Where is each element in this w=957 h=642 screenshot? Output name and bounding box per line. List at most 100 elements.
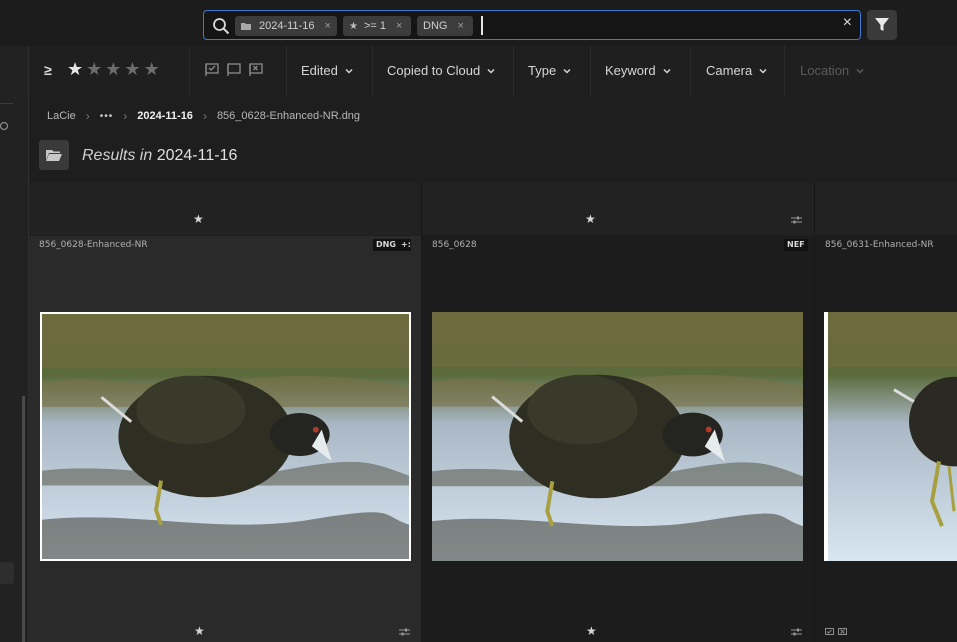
scrollbar[interactable]	[22, 396, 25, 642]
breadcrumb-ellipsis[interactable]: •••	[100, 111, 114, 122]
divider	[784, 46, 785, 96]
divider	[286, 46, 287, 96]
flag-rejected-icon[interactable]	[838, 628, 847, 637]
chevron-right-icon: ›	[202, 109, 207, 123]
grid-cell[interactable]: 856_0628-Enhanced-NR DNG +: ★	[29, 236, 422, 642]
star-icon[interactable]: ★	[144, 59, 163, 79]
copied-to-cloud-filter[interactable]: Copied to Cloud	[387, 63, 495, 78]
close-icon[interactable]: ×	[324, 20, 330, 32]
breadcrumb-folder[interactable]: 2024-11-16	[137, 110, 193, 122]
star-icon: ★	[586, 624, 597, 638]
adjustments-icon	[791, 628, 802, 636]
funnel-icon	[875, 18, 889, 31]
left-panel-rail	[0, 46, 29, 642]
adjustments-icon	[791, 216, 802, 224]
camera-filter-label: Camera	[706, 63, 753, 78]
edited-filter-label: Edited	[301, 63, 338, 78]
folder-button[interactable]	[39, 140, 69, 170]
camera-filter[interactable]: Camera	[706, 63, 767, 78]
chevron-down-icon	[856, 68, 864, 74]
results-heading: Results in 2024-11-16	[82, 147, 237, 165]
photo-filename: 856_0628	[432, 240, 477, 250]
flag-unflagged-icon[interactable]	[227, 63, 241, 77]
photo-filename: 856_0628-Enhanced-NR	[39, 240, 148, 250]
divider	[513, 46, 514, 96]
results-folder: 2024-11-16	[156, 147, 238, 164]
grid-cell-partial[interactable]: ★	[422, 183, 815, 235]
rating-operator[interactable]: ≥	[44, 62, 52, 78]
text-caret	[481, 16, 483, 35]
panel-toggle[interactable]	[0, 562, 14, 584]
results-prefix: Results in	[82, 147, 153, 164]
chevron-right-icon: ›	[85, 109, 90, 123]
keyword-filter[interactable]: Keyword	[605, 63, 671, 78]
flag-filter	[205, 63, 263, 77]
flag-indicators	[825, 628, 847, 637]
star-icon[interactable]: ★	[124, 59, 143, 79]
top-bar: 2024-11-16 × ★ >= 1 × DNG × ×	[0, 0, 957, 47]
star-icon: ★	[194, 624, 205, 638]
star-icon: ★	[585, 212, 596, 226]
close-icon[interactable]: ×	[396, 20, 402, 32]
edited-filter[interactable]: Edited	[301, 63, 353, 78]
breadcrumb-root[interactable]: LaCie	[47, 110, 76, 122]
search-chip-folder[interactable]: 2024-11-16 ×	[235, 16, 337, 36]
chip-label: >= 1	[363, 20, 386, 32]
coot-photo-image	[42, 314, 409, 559]
search-chip-type[interactable]: DNG ×	[417, 16, 473, 36]
breadcrumb: LaCie › ••• › 2024-11-16 › 856_0628-Enha…	[47, 109, 360, 123]
filter-toolbar: ≥ ★★★★★ Edited Copied to Cloud Type Keyw…	[29, 46, 957, 96]
rating-filter[interactable]: ★★★★★	[67, 59, 163, 80]
file-type-badge: DNG	[373, 239, 399, 251]
grid-cell-partial[interactable]	[815, 183, 957, 235]
photo-thumbnail[interactable]	[432, 312, 803, 561]
folder-icon	[241, 23, 251, 30]
edited-badge-icon: +:	[399, 239, 411, 251]
location-filter: Location	[800, 63, 864, 78]
coot-photo-image	[432, 312, 803, 561]
divider	[690, 46, 691, 96]
adjustments-icon	[399, 628, 410, 636]
chip-label: DNG	[423, 20, 448, 32]
divider	[189, 46, 190, 96]
divider	[590, 46, 591, 96]
grid-cell-partial[interactable]: ★	[29, 183, 422, 235]
chevron-down-icon	[759, 68, 767, 74]
type-filter-label: Type	[528, 63, 557, 78]
clear-search-icon[interactable]: ×	[843, 14, 852, 32]
photo-filename: 856_0631-Enhanced-NR	[825, 240, 934, 250]
chevron-right-icon: ›	[123, 109, 128, 123]
filter-button[interactable]	[867, 10, 897, 40]
flag-rejected-icon[interactable]	[249, 63, 263, 77]
star-icon[interactable]: ★	[105, 59, 124, 79]
coot-photo-image	[824, 312, 957, 561]
star-icon[interactable]: ★	[67, 59, 86, 79]
search-field[interactable]: 2024-11-16 × ★ >= 1 × DNG × ×	[203, 10, 861, 40]
breadcrumb-file[interactable]: 856_0628-Enhanced-NR.dng	[217, 110, 360, 122]
close-icon[interactable]: ×	[457, 20, 463, 32]
chevron-down-icon	[563, 68, 571, 74]
grid-cell[interactable]: 856_0628 NEF ★	[422, 236, 815, 642]
folder-open-icon	[46, 150, 62, 161]
copied-to-cloud-label: Copied to Cloud	[387, 63, 481, 78]
type-filter[interactable]: Type	[528, 63, 571, 78]
star-icon: ★	[349, 20, 358, 32]
keyword-filter-label: Keyword	[605, 63, 656, 78]
flag-picked-icon[interactable]	[825, 628, 834, 637]
file-type-badge: NEF	[784, 239, 808, 251]
photo-thumbnail[interactable]	[40, 312, 411, 561]
star-icon: ★	[193, 212, 204, 226]
chevron-down-icon	[663, 68, 671, 74]
divider	[372, 46, 373, 96]
grid-cell[interactable]: 856_0631-Enhanced-NR	[815, 236, 957, 642]
search-chip-rating[interactable]: ★ >= 1 ×	[343, 16, 411, 36]
photo-thumbnail[interactable]	[824, 312, 957, 561]
chevron-down-icon	[345, 68, 353, 74]
flag-picked-icon[interactable]	[205, 63, 219, 77]
search-icon[interactable]	[0, 120, 12, 134]
divider	[0, 103, 13, 104]
search-icon	[213, 18, 230, 35]
chevron-down-icon	[487, 68, 495, 74]
location-filter-label: Location	[800, 63, 850, 78]
star-icon[interactable]: ★	[86, 59, 105, 79]
